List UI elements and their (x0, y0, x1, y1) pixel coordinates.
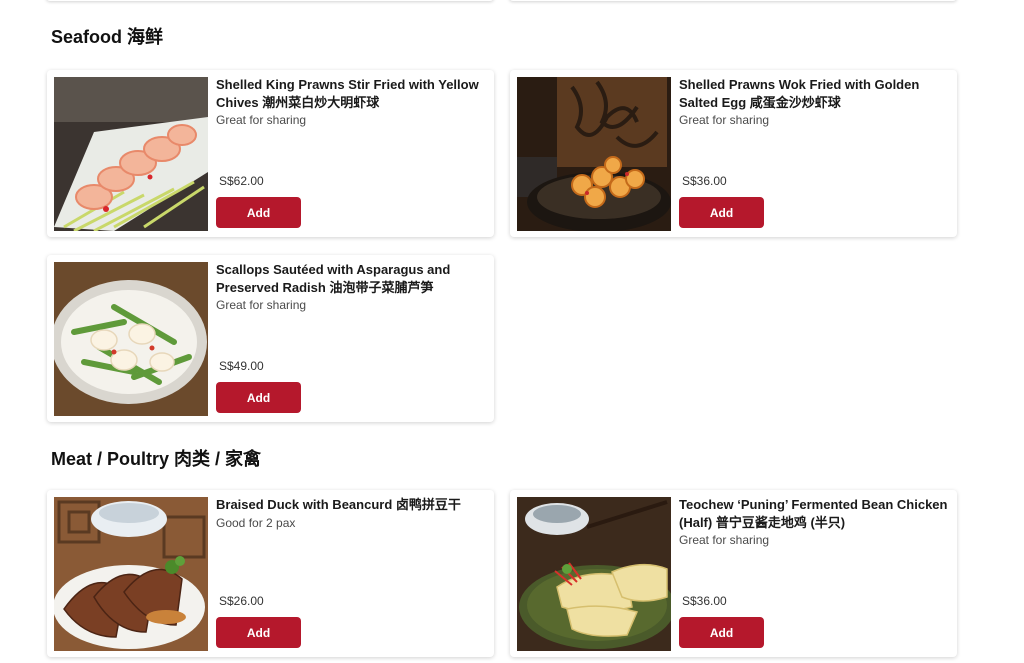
dish-name: Shelled King Prawns Stir Fried with Yell… (216, 77, 479, 110)
dish-photo (517, 497, 671, 651)
menu-item-card-puning-chicken[interactable]: Teochew ‘Puning’ Fermented Bean Chicken … (510, 490, 957, 657)
dish-name: Braised Duck with Beancurd 卤鸭拼豆干 (216, 497, 461, 512)
dish-name: Scallops Sautéed with Asparagus and Pres… (216, 262, 451, 295)
menu-item-card-king-prawns[interactable]: Shelled King Prawns Stir Fried with Yell… (47, 70, 494, 237)
dish-name: Shelled Prawns Wok Fried with Golden Sal… (679, 77, 920, 110)
menu-item-card-salted-egg-prawns[interactable]: Shelled Prawns Wok Fried with Golden Sal… (510, 70, 957, 237)
add-button[interactable]: Add (679, 617, 764, 648)
dish-price: S$49.00 (219, 359, 264, 373)
dish-name: Teochew ‘Puning’ Fermented Bean Chicken … (679, 497, 948, 530)
dish-description: Great for sharing (216, 298, 307, 312)
section-title-meat-poultry: Meat / Poultry 肉类 / 家禽 (51, 449, 262, 469)
dish-description: Great for sharing (679, 113, 770, 127)
dish-photo (54, 497, 208, 651)
add-button[interactable]: Add (216, 382, 301, 413)
add-button[interactable]: Add (216, 197, 301, 228)
dish-price: S$26.00 (219, 594, 264, 608)
dish-description: Good for 2 pax (216, 516, 296, 530)
dish-description: Great for sharing (679, 533, 770, 547)
dish-price: S$62.00 (219, 174, 264, 188)
dish-photo (517, 77, 671, 231)
previous-card-edge (509, 0, 957, 1)
add-button[interactable]: Add (679, 197, 764, 228)
dish-photo (54, 77, 208, 231)
dish-price: S$36.00 (682, 594, 727, 608)
previous-card-edge (46, 0, 494, 1)
menu-item-card-braised-duck[interactable]: Braised Duck with Beancurd 卤鸭拼豆干 Good fo… (47, 490, 494, 657)
dish-description: Great for sharing (216, 113, 307, 127)
dish-price: S$36.00 (682, 174, 727, 188)
menu-item-card-scallops[interactable]: Scallops Sautéed with Asparagus and Pres… (47, 255, 494, 422)
section-title-seafood: Seafood 海鲜 (51, 27, 164, 47)
dish-photo (54, 262, 208, 416)
add-button[interactable]: Add (216, 617, 301, 648)
